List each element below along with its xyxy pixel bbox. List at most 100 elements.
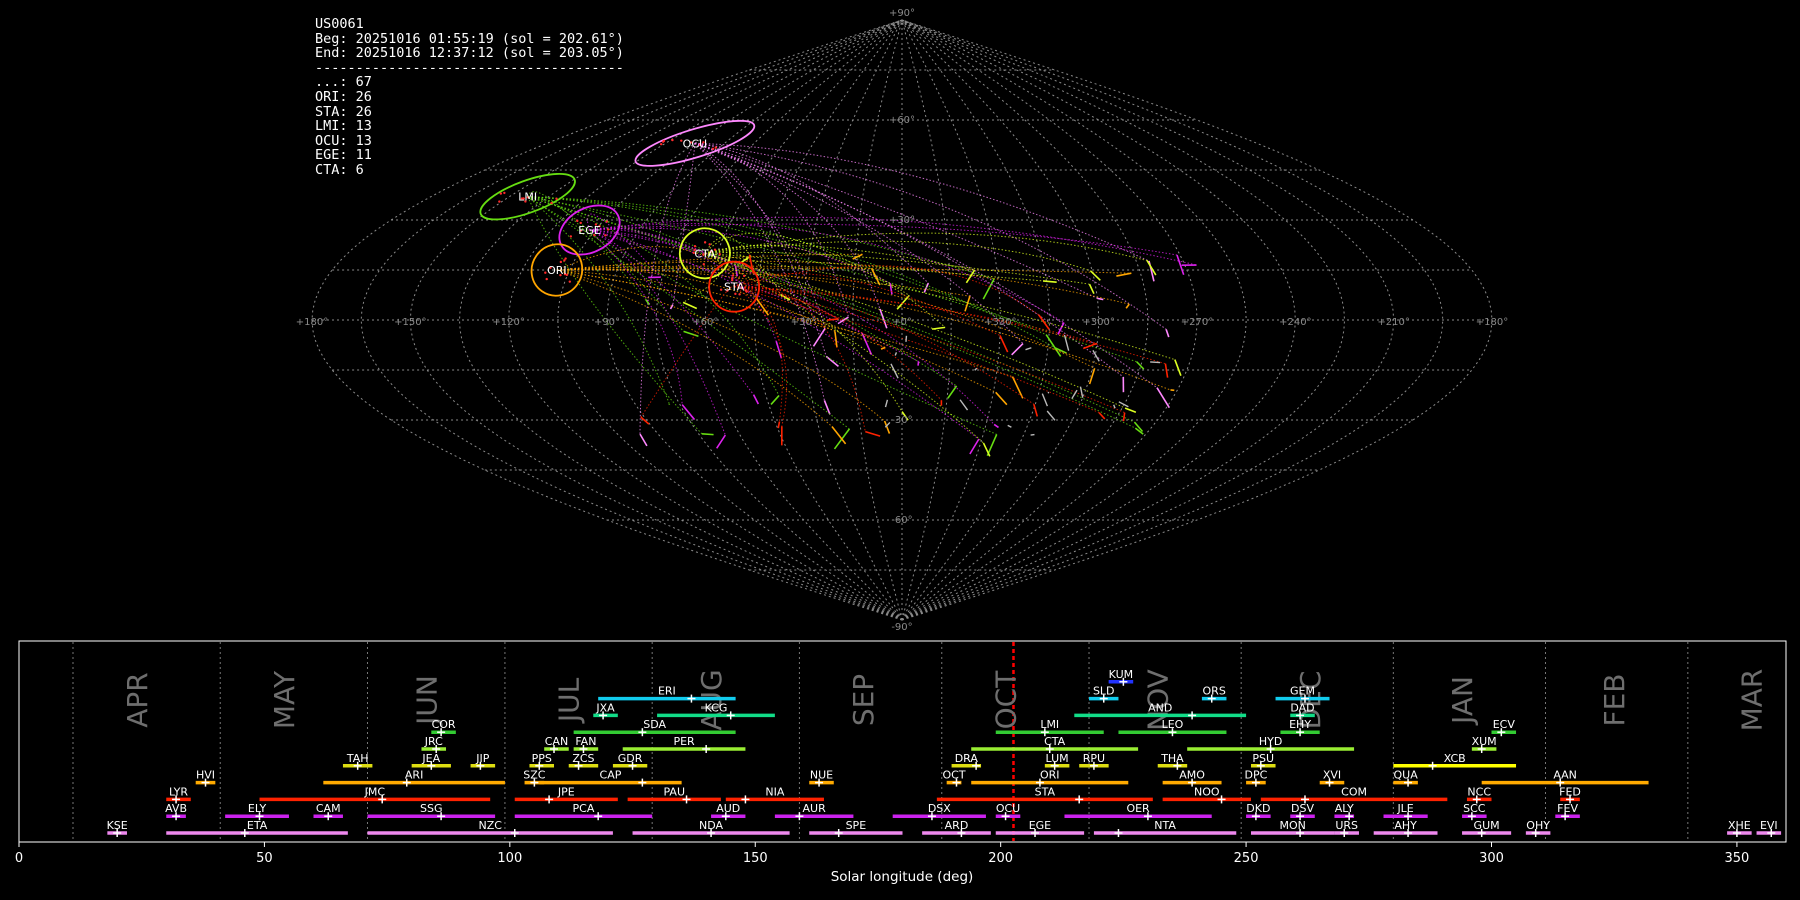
meteor-segment [1122,412,1126,422]
shower-code-label: KCG [705,701,728,714]
meteor-segment [777,421,781,429]
meteor-segment [827,318,839,321]
meteor-segment [1057,322,1065,335]
lon-tick-label: +210° [1377,317,1409,328]
shower-code-label: ELY [248,802,267,815]
shower-code-label: RPU [1083,752,1105,765]
shower-code-label: JRC [424,735,443,748]
lon-tick-label: +300° [1082,317,1114,328]
radiant-point [744,289,748,292]
month-labels: APR MAY JUN JUL AUG SEP OCT NOV DEC JAN FEB MAR [121,669,1769,732]
meteor-segment [683,330,699,337]
radiant-point [659,142,663,146]
meteor-segment [870,267,881,286]
shower-code-label: AHY [1394,819,1417,832]
shower-code-label: NZC [478,819,502,832]
radiant-point [545,277,548,281]
meteor-segment [1011,343,1024,356]
meteor-segment [1097,297,1104,301]
shower-code-label: NUE [810,769,833,782]
meteor-path [694,142,1150,262]
shower-code-label: JMC [364,785,386,798]
radiant-point [661,140,665,143]
shower-code-label: LUM [1046,752,1069,765]
shower-code-label: NIA [765,785,784,798]
shower-code-label: ORI [1040,769,1060,782]
sporadic-segment [1007,424,1012,428]
x-axis-label: Solar longitude (deg) [831,869,974,885]
radiant-point [559,260,563,264]
meteor-path [694,142,1124,378]
shower-code-label: HYD [1259,735,1282,748]
meteor-segment [852,253,863,260]
radiant-label: OCU [683,137,707,150]
meteor-path [733,286,783,422]
radiant-point [714,146,717,149]
shower-code-label: SCC [1463,802,1486,815]
meteor-segment [947,385,958,399]
sporadic-segment [974,367,978,371]
shower-code-label: EVI [1760,819,1778,832]
lat-tick-label: -90° [891,622,912,630]
sporadic-segment [1118,401,1129,408]
month-label: AUG [695,669,728,730]
meteor-path [694,142,1158,389]
meteor-segment [1042,280,1057,283]
radiant-point [498,200,501,203]
x-tick-label: 100 [497,851,522,866]
sporadic-segment [1025,347,1032,351]
shower-code-label: AAN [1553,769,1577,782]
meteor-segment [1116,272,1132,277]
lat-tick-label: +60° [889,115,915,126]
meteor-segment [1098,412,1106,420]
shower-code-label: SLD [1093,685,1115,698]
meteor-segment [834,331,838,348]
radiant-label: LMI [518,191,537,204]
lon-tick-label: +270° [1181,317,1213,328]
shower-code-label: COR [432,718,456,731]
shower-code-label: CTA [1044,735,1066,748]
meteor-segment [701,433,714,436]
shower-code-label: SZC [523,769,546,782]
radiant-point [568,280,572,283]
meteor-path [639,143,696,435]
month-label: MAY [268,670,301,729]
shower-code-label: XVI [1323,769,1341,782]
shower-code-label: GUM [1474,819,1500,832]
month-boundaries [72,642,1689,841]
month-label: SEP [847,674,880,726]
radiant-point [563,259,566,262]
radiant-label: ORI [547,264,567,277]
shower-code-label: ECV [1493,718,1516,731]
meteor-segment [752,394,760,405]
radiant-point [718,253,721,256]
shower-code-label: PSU [1252,752,1274,765]
sporadic-segment [1041,393,1049,407]
meteor-segment [1164,363,1169,378]
month-label: JUN [410,675,443,727]
shower-code-label: OCU [996,802,1020,815]
x-tick-label: 0 [15,851,23,866]
lat-tick-label: -30° [891,415,912,426]
meteor-path [704,252,1175,361]
shower-code-label: PCA [573,802,595,815]
month-label: MAR [1736,669,1769,732]
meteor-segment [982,442,991,457]
radiant-point [708,243,711,246]
meteor-segment [1174,359,1182,376]
radiant-point [503,191,506,195]
lat-tick-label: +30° [889,215,915,226]
shower-code-label: TAH [346,752,369,765]
month-label: FEB [1598,673,1631,726]
lon-tick-label: +0° [892,317,912,328]
lon-tick-label: +240° [1279,317,1311,328]
meteor-segment [1033,404,1039,417]
meteor-segment [823,400,831,415]
sporadic-segment [894,352,898,356]
radiant-point [711,147,715,151]
lon-tick-label: +150° [394,317,426,328]
meteor-segment [825,355,839,368]
meteor-trails [527,142,1197,457]
shower-bars: KUM ERI SLD ORS GEM JXA KCG AND DAD COR SDA LMI LEO E… [107,668,1782,837]
timeline-frame [18,640,1787,843]
